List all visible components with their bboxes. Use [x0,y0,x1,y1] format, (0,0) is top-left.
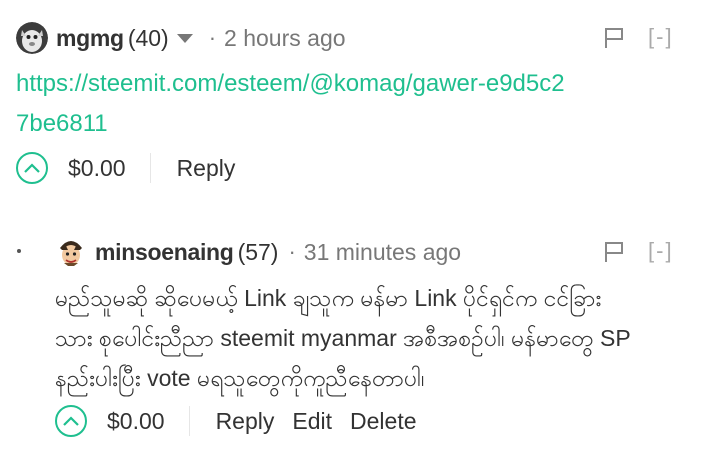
footer-divider [149,153,151,183]
body-line: မည်သူမဆို ဆိုပေမယ့် Link ချသူက မန်မာ Lin… [55,285,602,311]
comment-header: mgmg (40) · 2 hours ago [16,20,346,56]
comment-header: minsoenaing (57) · 31 minutes ago [55,234,461,270]
edit-button[interactable]: Edit [292,408,332,435]
body-line: သား စုပေါင်းညီညာ steemit myanmar အစီအစဉ်… [55,325,631,351]
reply-button[interactable]: Reply [216,408,275,435]
delete-button[interactable]: Delete [350,408,416,435]
upvote-button[interactable] [16,152,48,184]
avatar[interactable] [55,236,87,268]
comment-footer: $0.00 Reply Edit Delete [55,401,435,441]
separator-dot: · [288,239,296,264]
comment-thread: mgmg (40) · 2 hours ago [-] https://stee… [0,0,716,475]
comment-mgmg: mgmg (40) · 2 hours ago [-] https://stee… [0,0,716,210]
author-reputation: (57) [237,238,279,265]
caret-down-icon[interactable] [176,33,193,43]
comment-minsoenaing: minsoenaing (57) · 31 minutes ago [-] မည… [0,212,716,475]
comment-footer: $0.00 Reply [16,148,253,188]
timestamp[interactable]: 2 hours ago [224,25,345,52]
comment-body: မည်သူမဆို ဆိုပေမယ့် Link ချသူက မန်မာ Lin… [55,278,705,398]
flag-icon[interactable] [604,27,624,49]
upvote-chevron-icon [24,163,40,173]
timestamp[interactable]: 31 minutes ago [304,239,461,266]
collapse-toggle[interactable]: [-] [648,238,674,264]
payout-value[interactable]: $0.00 [107,408,165,435]
upvote-chevron-icon [63,416,79,426]
comment-body: https://steemit.com/esteem/@komag/gawer-… [16,64,576,144]
payout-value[interactable]: $0.00 [68,155,126,182]
separator-dot: · [208,25,217,50]
author-name[interactable]: minsoenaing [95,239,234,266]
author-name[interactable]: mgmg [56,25,124,52]
avatar[interactable] [16,22,48,54]
reply-button[interactable]: Reply [177,155,236,182]
author-reputation: (40) [127,24,169,51]
footer-divider [188,406,190,436]
body-link[interactable]: https://steemit.com/esteem/@komag/gawer-… [16,70,565,137]
upvote-button[interactable] [55,405,87,437]
thread-indicator [17,249,21,253]
body-line: နည်းပါးပြီး vote မရသူတွေကိုကူညီနေတာပါ၊ [55,365,425,391]
flag-icon[interactable] [604,241,624,263]
collapse-toggle[interactable]: [-] [648,24,674,50]
